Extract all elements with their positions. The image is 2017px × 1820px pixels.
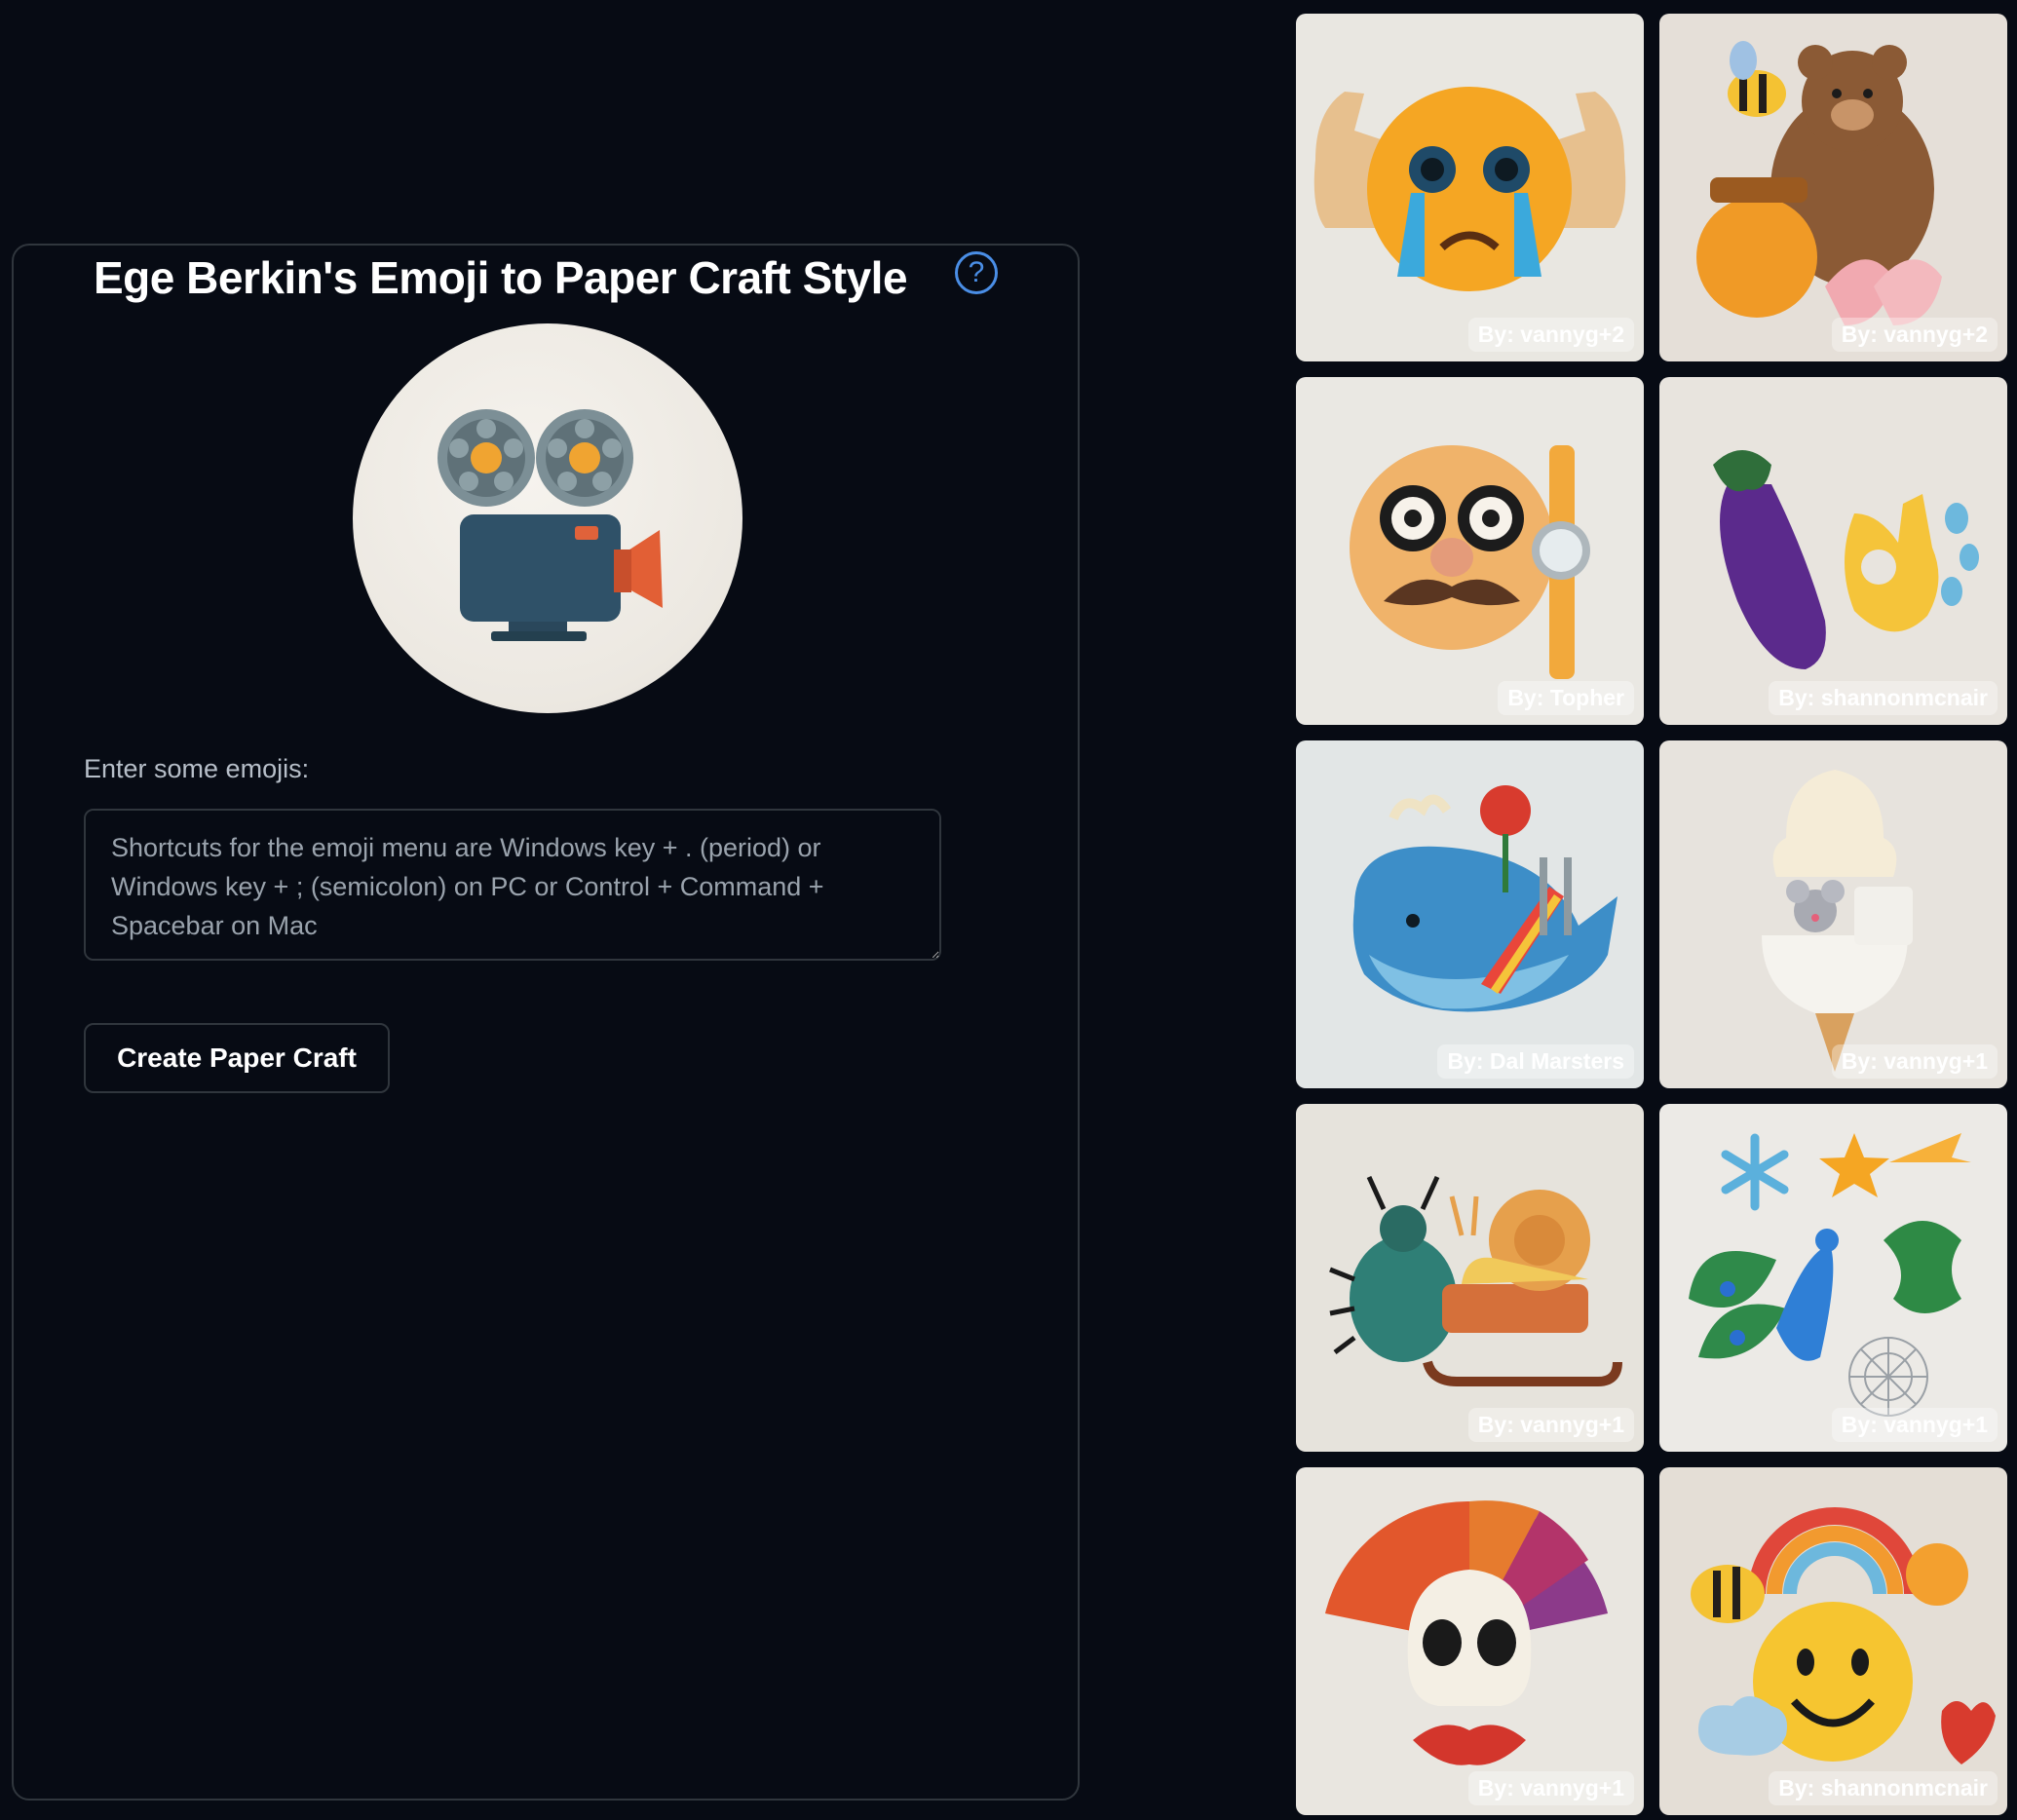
gallery-item[interactable]: By: shannonmcnair (1659, 377, 2007, 725)
ice-cream-mouse-toilet-icon (1659, 740, 2007, 1088)
gallery-item-author: By: vannyg+1 (1467, 1408, 1634, 1442)
gallery-item[interactable]: By: vannyg+1 (1659, 1104, 2007, 1452)
gallery-item-author: By: vannyg+1 (1831, 1408, 1998, 1442)
bee-bear-honey-ballet-shoes-icon (1659, 14, 2007, 361)
gallery-item[interactable]: By: Topher (1296, 377, 1644, 725)
crying-face-flexed-biceps-icon (1296, 14, 1644, 361)
gallery-item-author: By: Topher (1498, 681, 1634, 715)
gallery-item[interactable]: By: shannonmcnair (1659, 1467, 2007, 1815)
whale-rose-slide-icon (1296, 740, 1644, 1088)
gallery-item-author: By: shannonmcnair (1769, 681, 1998, 715)
gallery-item-author: By: shannonmcnair (1769, 1771, 1998, 1805)
gallery-item[interactable]: By: vannyg+1 (1296, 1467, 1644, 1815)
gallery-grid: By: vannyg+2 By: vannyg+2 By: Topher By:… (1296, 14, 2007, 1815)
create-paper-craft-button[interactable]: Create Paper Craft (84, 1023, 390, 1093)
snowflake-star-peacock-dragon-web-icon (1659, 1104, 2007, 1452)
eggplant-ok-hand-droplets-icon (1659, 377, 2007, 725)
gallery-item-author: By: vannyg+1 (1831, 1044, 1998, 1079)
disguised-face-watch-icon (1296, 377, 1644, 725)
page: Ege Berkin's Emoji to Paper Craft Style … (0, 0, 2017, 1820)
gallery-item-author: By: vannyg+1 (1467, 1771, 1634, 1805)
skull-fan-lips-icon (1296, 1467, 1644, 1815)
page-title: Ege Berkin's Emoji to Paper Craft Style (94, 252, 908, 303)
gallery-item[interactable]: By: vannyg+1 (1659, 740, 2007, 1088)
beetle-snail-sled-icon (1296, 1104, 1644, 1452)
question-circle-icon[interactable]: ? (955, 251, 998, 294)
gallery-item-author: By: vannyg+2 (1467, 318, 1634, 352)
gallery-item[interactable]: By: vannyg+1 (1296, 1104, 1644, 1452)
generator-card: Ege Berkin's Emoji to Paper Craft Style … (12, 244, 1080, 1801)
gallery-item-author: By: vannyg+2 (1831, 318, 1998, 352)
gallery-item[interactable]: By: vannyg+2 (1296, 14, 1644, 361)
preview-image (353, 323, 742, 713)
gallery-item[interactable]: By: vannyg+2 (1659, 14, 2007, 361)
emoji-input[interactable] (84, 809, 941, 961)
emoji-input-label: Enter some emojis: (84, 754, 310, 783)
gallery-item-author: By: Dal Marsters (1437, 1044, 1634, 1079)
bee-rainbow-smiley-sun-heart-icon (1659, 1467, 2007, 1815)
gallery-item[interactable]: By: Dal Marsters (1296, 740, 1644, 1088)
film-projector-icon (438, 409, 663, 641)
